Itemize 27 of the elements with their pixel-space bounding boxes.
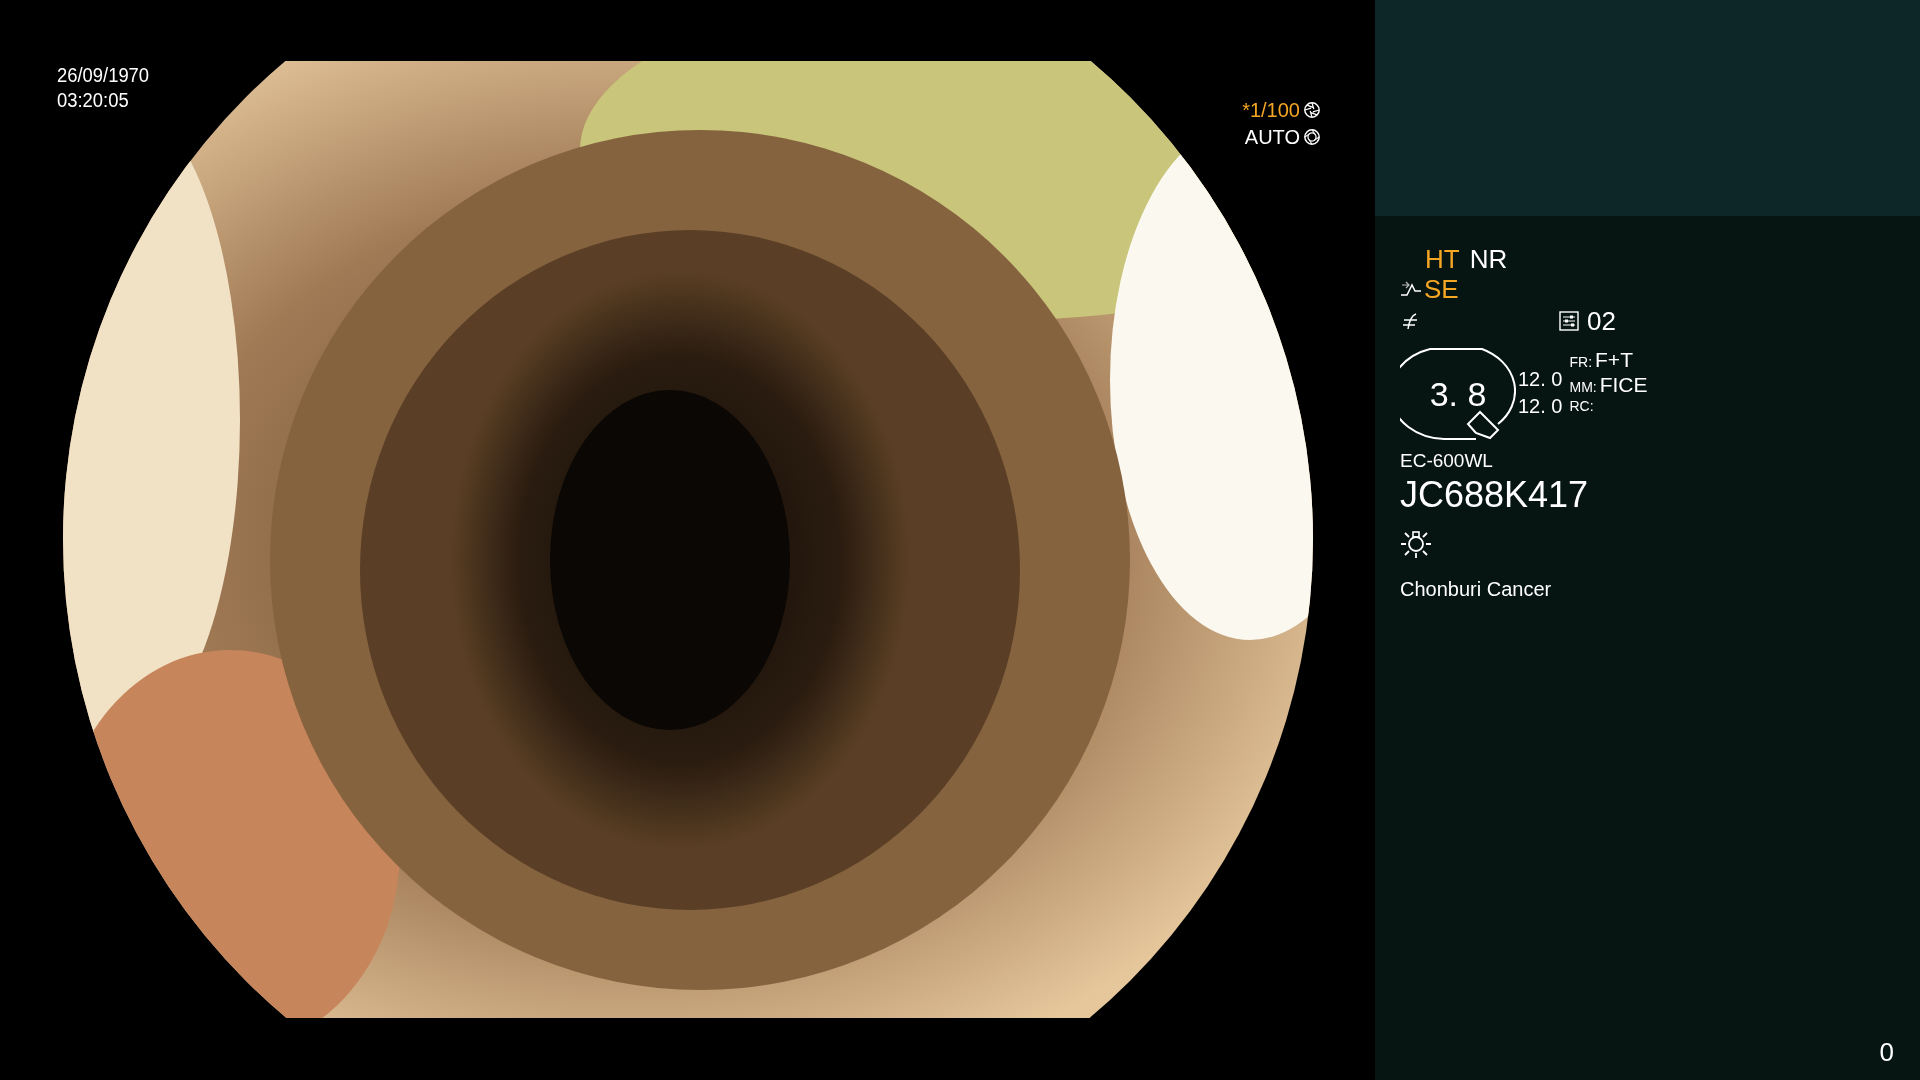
time-text: 03:20:05 xyxy=(57,88,130,113)
mode-key: MM: xyxy=(1569,379,1597,395)
enhancement-label: NR xyxy=(1469,244,1508,274)
mode-value: FICE xyxy=(1599,373,1648,397)
serial-number: JC688K417 xyxy=(1400,474,1590,516)
aperture-icon xyxy=(1303,128,1321,146)
slashed-f-icon xyxy=(1400,312,1420,330)
preset-number: 02 xyxy=(1587,306,1616,336)
mode-key: RC: xyxy=(1569,398,1594,414)
sliders-icon xyxy=(1559,311,1579,331)
shutter-speed: *1/100 xyxy=(1242,99,1300,121)
mode-value: F+T xyxy=(1595,348,1633,372)
zoom-reading: 3. 8 xyxy=(1429,374,1487,414)
scope-model: EC-600WL xyxy=(1400,450,1494,472)
curve-icon xyxy=(1400,281,1422,297)
mode-key: FR: xyxy=(1569,354,1593,370)
date-text: 26/09/1970 xyxy=(57,63,150,88)
reading-value: 12. 0 xyxy=(1518,394,1563,419)
image-counter: 0 xyxy=(1879,1037,1894,1068)
enhancement-label: HT xyxy=(1425,244,1460,274)
reading-value: 12. 0 xyxy=(1518,367,1563,392)
institution-name: Chonburi Cancer xyxy=(1400,578,1553,601)
dial-outline-icon xyxy=(1400,346,1516,442)
lamp-icon xyxy=(1400,528,1432,558)
aperture-icon xyxy=(1303,101,1321,119)
iris-mode: AUTO xyxy=(1244,126,1300,148)
structure-enhancement-label: SE xyxy=(1424,274,1459,304)
